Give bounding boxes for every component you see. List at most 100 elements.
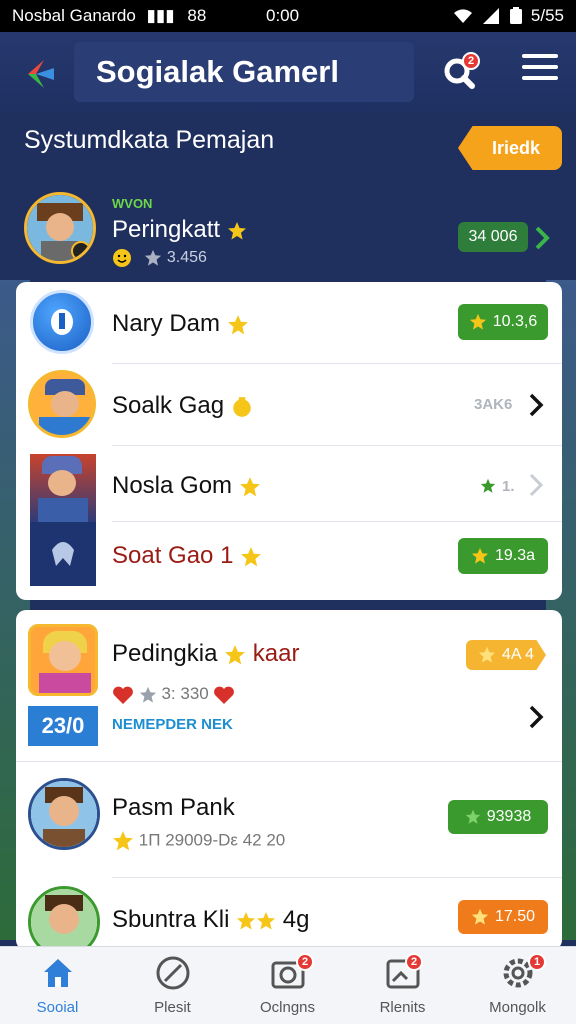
leaderboard-card: Nary Dam 10.3,6 Soalk Gag 3AK6 Nosla Gom… (16, 282, 562, 600)
player-name: Soalk Gag (112, 392, 225, 419)
avatar (28, 886, 100, 950)
star-icon (113, 831, 133, 851)
avatar (24, 192, 96, 264)
section-title: Systumdkata Pemajan (24, 126, 275, 154)
player-name: Sbuntra Kli (112, 906, 230, 933)
star-icon (239, 476, 260, 497)
nav-item-mongolk[interactable]: 1 Mongolk (460, 947, 575, 1024)
smiley-icon (113, 249, 131, 267)
home-icon (44, 959, 72, 987)
player-name: Nary Dam (112, 310, 221, 337)
player-name-suffix: kaar (252, 640, 300, 667)
list-item[interactable]: Soalk Gag 3AK6 (16, 364, 562, 446)
chevron-right-icon[interactable] (534, 226, 550, 250)
avatar (30, 454, 96, 524)
chevron-right-icon[interactable] (528, 472, 544, 498)
nav-label: Mongolk (489, 999, 546, 1016)
player-name: Pasm Pank (112, 794, 235, 821)
wifi-icon (453, 9, 472, 23)
player-tag: NEMEPDER NEK (112, 716, 233, 733)
my-rank-row[interactable]: WVON Peringkatt 3.456 34 006 (24, 190, 554, 278)
score-pill: 10.3,6 (458, 304, 548, 340)
star-icon (225, 644, 245, 665)
player-name: Soat Gao 1 (112, 542, 234, 569)
list-item[interactable]: Soat Gao 1 19.3a (16, 522, 562, 600)
score-pill: 19.3a (458, 538, 548, 574)
score-value: 19.3a (494, 547, 536, 564)
star-icon (469, 313, 486, 330)
list-item[interactable]: Nary Dam 10.3,6 (16, 282, 562, 364)
rank-badge: 23/0 (28, 706, 98, 746)
ghost-icon (52, 542, 74, 566)
chevron-right-icon[interactable] (528, 392, 544, 418)
star-icon (471, 547, 489, 564)
star-icon (241, 546, 261, 567)
player-sub-value: 3.456 (166, 249, 207, 267)
player-name: Pedingkia (112, 640, 218, 667)
cta-button[interactable]: Iriedk (458, 126, 562, 170)
nav-label: Oclngns (259, 999, 316, 1016)
score-pill: 4A 4 (466, 640, 546, 670)
player-name-suffix: 4g (282, 906, 310, 933)
hamburger-menu-icon[interactable] (522, 54, 558, 90)
player-sub-value: 3: 330 (161, 684, 209, 703)
score-pill: 34 006 (458, 222, 528, 252)
list-item[interactable]: Nosla Gom 1. (16, 446, 562, 524)
nav-label: Sooial (36, 999, 79, 1016)
team-icon (30, 522, 96, 586)
star-icon (237, 911, 256, 930)
battery-icon (509, 7, 522, 24)
chevron-right-icon[interactable] (528, 704, 544, 730)
rank-text: 3AK6 (474, 396, 513, 413)
trophy-icon (233, 396, 251, 417)
avatar (28, 778, 100, 850)
star-icon (478, 646, 496, 663)
star-icon (465, 809, 480, 824)
nav-item-social[interactable]: Sooial (0, 947, 115, 1024)
star-outline-icon (145, 249, 162, 266)
bottom-nav: Sooial Plesit 2 Oclngns 2 Rlenits 1 Mong… (0, 946, 576, 1024)
player-sub-value: 1Π 29009-Dε 42 20 (138, 830, 286, 850)
heart-icon (113, 686, 133, 704)
nav-badge: 2 (296, 953, 314, 971)
app-title: Sogialak Gamerl (96, 54, 339, 89)
avatar (30, 290, 94, 354)
search-button[interactable]: 2 (440, 52, 482, 94)
star-icon (227, 221, 246, 240)
score-pill: 93938 (448, 800, 548, 834)
star-icon (471, 908, 489, 925)
nav-badge: 2 (405, 953, 423, 971)
app-bar: Sogialak Gamerl 2 (0, 32, 576, 112)
nav-item-plesit[interactable]: Plesit (115, 947, 230, 1024)
list-item[interactable]: Pasm Pank 1Π 29009-Dε 42 20 93938 (16, 762, 562, 878)
score-pill: 17.50 (458, 900, 548, 934)
heart-icon (214, 686, 235, 704)
nav-badge: 1 (528, 953, 546, 971)
score-value: 34 006 (468, 228, 518, 245)
rank-tag: WVON (112, 196, 153, 211)
carrier-name: Nosbal Ganardo (12, 6, 136, 25)
player-name: Nosla Gom (112, 472, 233, 499)
avatar (28, 624, 98, 696)
rank-text: 1. (502, 478, 515, 495)
star-icon (257, 911, 276, 930)
score-value: 17.50 (494, 908, 536, 925)
list-item[interactable]: 23/0 Pedingkia kaar 3: 330 NEMEPDER NEK … (16, 610, 562, 762)
search-badge: 2 (462, 52, 480, 70)
avatar (28, 370, 96, 438)
nav-item-oclngns[interactable]: 2 Oclngns (230, 947, 345, 1024)
leaderboard-card: 23/0 Pedingkia kaar 3: 330 NEMEPDER NEK … (16, 610, 562, 950)
score-value: 4A 4 (501, 646, 535, 663)
list-item[interactable]: Sbuntra Kli 4g 17.50 (16, 878, 562, 950)
status-bar: Nosbal Ganardo ▮▮▮ 88 0:00 5/55 (0, 0, 576, 32)
signal-bars-icon: ▮▮▮ (146, 6, 175, 25)
clock: 0:00 (266, 6, 300, 25)
score-value: 10.3,6 (492, 313, 538, 330)
nav-item-rlenits[interactable]: 2 Rlenits (345, 947, 460, 1024)
back-arrow-icon[interactable] (20, 54, 60, 94)
nav-label: Plesit (154, 999, 191, 1016)
battery-text: 5/55 (530, 6, 564, 25)
player-name: Peringkatt (112, 216, 221, 243)
cell-signal-icon (482, 8, 499, 24)
nav-label: Rlenits (379, 999, 426, 1016)
